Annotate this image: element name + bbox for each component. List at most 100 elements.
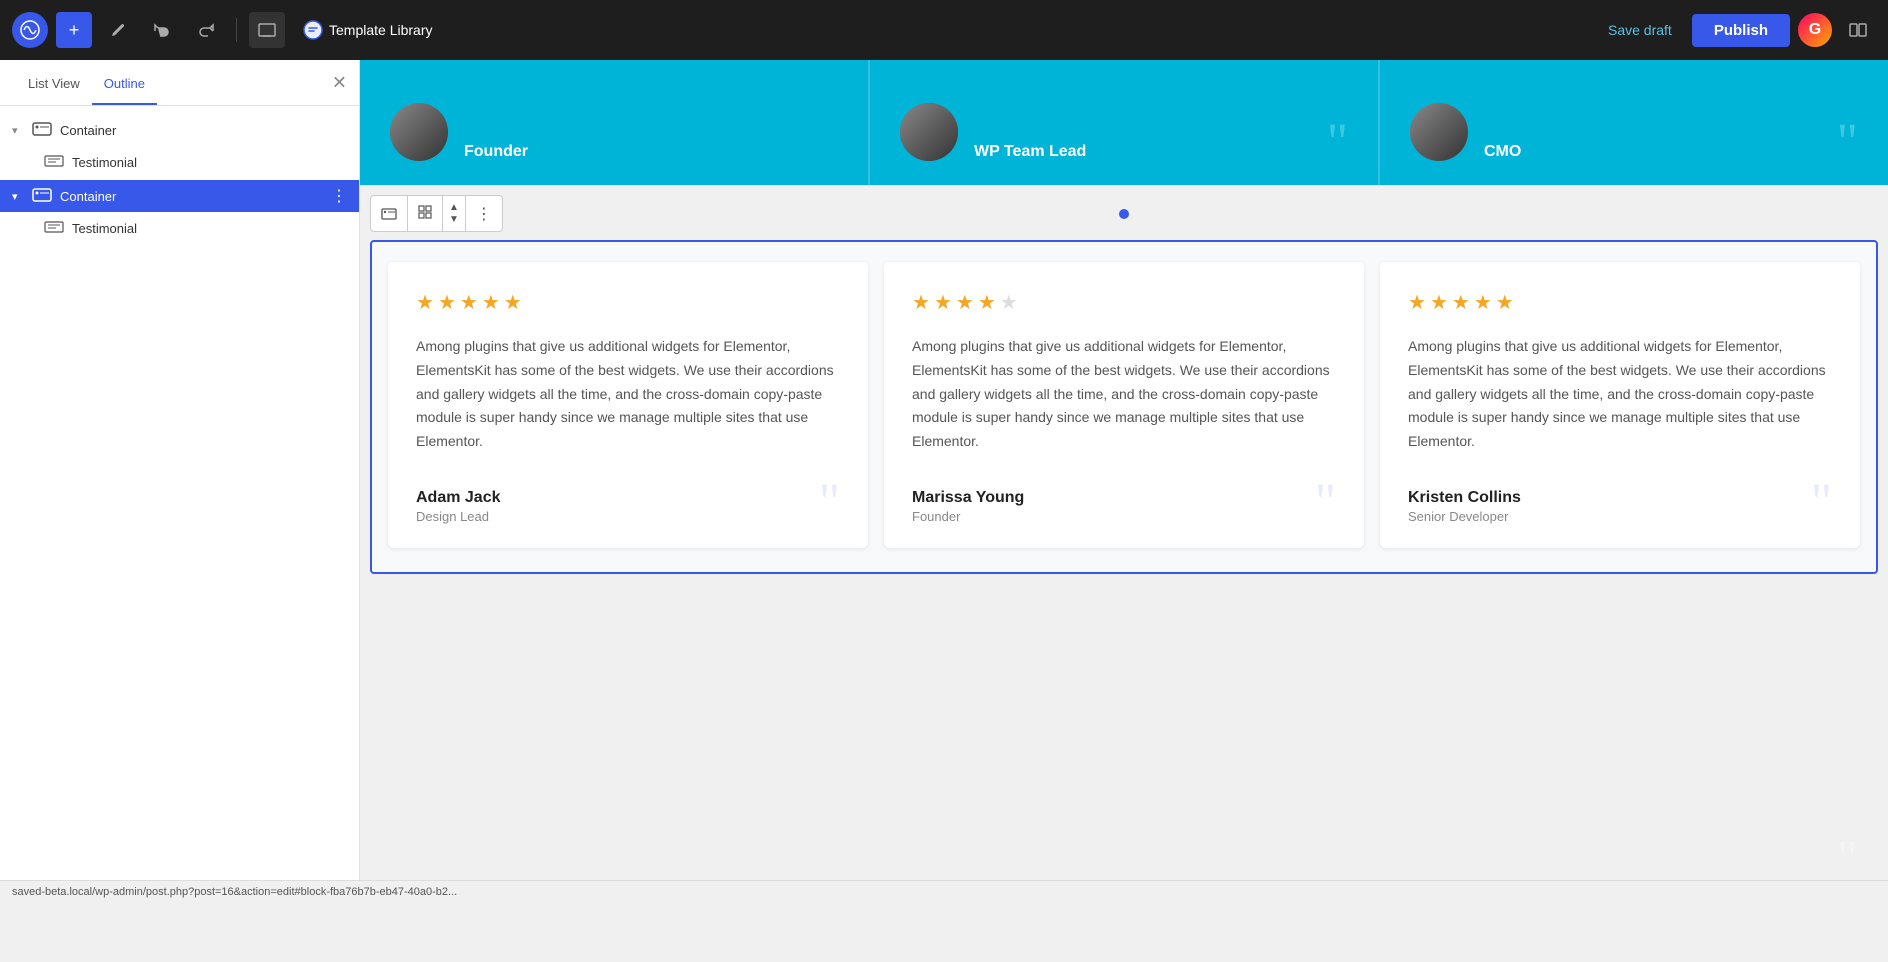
testimonial-text-2: Among plugins that give us additional wi… bbox=[912, 335, 1336, 454]
container-1-label: Container bbox=[60, 123, 327, 138]
carousel-dot-active bbox=[1119, 209, 1129, 219]
tree-testimonial-1[interactable]: Testimonial ⋯ bbox=[0, 146, 359, 178]
stars-row-1: ★ ★ ★ ★ ★ bbox=[416, 290, 840, 315]
widget-select-button[interactable] bbox=[370, 195, 408, 232]
author-name-1: Adam Jack bbox=[416, 489, 501, 507]
tree-toggle-2: ▾ bbox=[12, 190, 28, 203]
testimonial-icon-1 bbox=[44, 155, 64, 170]
testimonials-section[interactable]: ★ ★ ★ ★ ★ Among plugins that give us add… bbox=[370, 240, 1878, 574]
close-sidebar-button[interactable]: ✕ bbox=[332, 72, 347, 93]
canvas-inner: Founder " WP Team Lead " CMO " bbox=[360, 60, 1888, 902]
top-card-wplead: WP Team Lead " bbox=[870, 60, 1380, 185]
top-card-name-wplead: WP Team Lead bbox=[974, 143, 1348, 161]
template-library-button[interactable]: Template Library bbox=[293, 14, 443, 46]
star-3-5: ★ bbox=[1496, 290, 1514, 315]
tab-list-view[interactable]: List View bbox=[16, 60, 92, 105]
quote-icon-1: " bbox=[819, 482, 840, 524]
star-3-4: ★ bbox=[1474, 290, 1492, 315]
star-2-5: ★ bbox=[1000, 290, 1018, 315]
star-2-2: ★ bbox=[934, 290, 952, 315]
statusbar: saved-beta.local/wp-admin/post.php?post=… bbox=[0, 880, 1888, 902]
sidebar: List View Outline ✕ ▾ Container ⋯ bbox=[0, 60, 360, 902]
tree-testimonial-2[interactable]: Testimonial ⋯ bbox=[0, 212, 359, 244]
save-draft-button[interactable]: Save draft bbox=[1596, 16, 1684, 44]
template-library-label: Template Library bbox=[329, 22, 433, 38]
toolbar-widget-group: ▲ ▼ ⋮ bbox=[370, 195, 503, 232]
testimonial-author-1: Adam Jack Design Lead " bbox=[416, 482, 840, 524]
main-layout: List View Outline ✕ ▾ Container ⋯ bbox=[0, 60, 1888, 902]
tree-container-2[interactable]: ▾ Container ⋮ bbox=[0, 180, 359, 212]
stars-row-2: ★ ★ ★ ★ ★ bbox=[912, 290, 1336, 315]
avatar-founder bbox=[390, 103, 448, 161]
container-2-label: Container bbox=[60, 189, 327, 204]
star-2-1: ★ bbox=[912, 290, 930, 315]
star-1-5: ★ bbox=[504, 290, 522, 315]
wp-logo bbox=[12, 12, 48, 48]
author-role-1: Design Lead bbox=[416, 509, 501, 524]
container-icon-1 bbox=[32, 122, 52, 139]
star-2-3: ★ bbox=[956, 290, 974, 315]
top-card-founder: Founder " bbox=[360, 60, 870, 185]
stars-row-3: ★ ★ ★ ★ ★ bbox=[1408, 290, 1832, 315]
statusbar-url: saved-beta.local/wp-admin/post.php?post=… bbox=[12, 886, 457, 898]
tree-toggle-1: ▾ bbox=[12, 124, 28, 137]
canvas-area: Founder " WP Team Lead " CMO " bbox=[360, 60, 1888, 902]
topbar: + Template Library Save draft Publish bbox=[0, 0, 1888, 60]
quote-icon-3: " bbox=[1811, 482, 1832, 524]
testimonial-1-label: Testimonial bbox=[72, 155, 327, 170]
tree-container-1[interactable]: ▾ Container ⋯ bbox=[0, 114, 359, 146]
user-avatar-button[interactable] bbox=[1798, 13, 1832, 47]
publish-button[interactable]: Publish bbox=[1692, 14, 1790, 47]
top-card-info-cmo: CMO bbox=[1484, 143, 1858, 161]
redo-button[interactable] bbox=[188, 12, 224, 48]
testimonial-text-3: Among plugins that give us additional wi… bbox=[1408, 335, 1832, 454]
sidebar-tabs: List View Outline ✕ bbox=[0, 60, 359, 106]
author-name-3: Kristen Collins bbox=[1408, 489, 1521, 507]
top-card-name-cmo: CMO bbox=[1484, 143, 1858, 161]
star-1-4: ★ bbox=[482, 290, 500, 315]
top-cards-row: Founder " WP Team Lead " CMO " bbox=[360, 60, 1888, 185]
star-3-1: ★ bbox=[1408, 290, 1426, 315]
responsive-button[interactable] bbox=[249, 12, 285, 48]
top-card-info-founder: Founder bbox=[464, 143, 838, 161]
testimonials-row: ★ ★ ★ ★ ★ Among plugins that give us add… bbox=[388, 262, 1860, 548]
top-card-name-founder: Founder bbox=[464, 143, 838, 161]
star-1-2: ★ bbox=[438, 290, 456, 315]
top-card-cmo: CMO " bbox=[1380, 60, 1888, 185]
container-2-more-button[interactable]: ⋮ bbox=[331, 186, 347, 206]
top-card-info-wplead: WP Team Lead bbox=[974, 143, 1348, 161]
grid-button[interactable] bbox=[408, 195, 443, 232]
star-1-1: ★ bbox=[416, 290, 434, 315]
testimonial-card-2: ★ ★ ★ ★ ★ Among plugins that give us add… bbox=[884, 262, 1364, 548]
separator-1 bbox=[236, 18, 237, 42]
author-role-3: Senior Developer bbox=[1408, 509, 1521, 524]
tab-outline[interactable]: Outline bbox=[92, 60, 157, 105]
edit-icon-button[interactable] bbox=[100, 12, 136, 48]
toolbar-row: ▲ ▼ ⋮ bbox=[360, 185, 1888, 240]
container-icon-2 bbox=[32, 188, 52, 205]
testimonial-card-1: ★ ★ ★ ★ ★ Among plugins that give us add… bbox=[388, 262, 868, 548]
avatar-cmo bbox=[1410, 103, 1468, 161]
more-options-button[interactable]: ⋮ bbox=[466, 195, 503, 232]
quote-decoration-3: " bbox=[1837, 117, 1858, 169]
star-2-4: ★ bbox=[978, 290, 996, 315]
avatar-wplead bbox=[900, 103, 958, 161]
star-1-3: ★ bbox=[460, 290, 478, 315]
testimonial-card-3: ★ ★ ★ ★ ★ Among plugins that give us add… bbox=[1380, 262, 1860, 548]
panel-toggle-button[interactable] bbox=[1840, 12, 1876, 48]
testimonial-author-3: Kristen Collins Senior Developer " bbox=[1408, 482, 1832, 524]
quote-icon-2: " bbox=[1315, 482, 1336, 524]
move-up-down-button[interactable]: ▲ ▼ bbox=[443, 195, 466, 232]
add-button[interactable]: + bbox=[56, 12, 92, 48]
testimonial-author-2: Marissa Young Founder " bbox=[912, 482, 1336, 524]
quote-decoration-2: " bbox=[1327, 117, 1348, 169]
carousel-dots bbox=[1119, 209, 1129, 219]
author-role-2: Founder bbox=[912, 509, 1024, 524]
testimonial-2-label: Testimonial bbox=[72, 221, 327, 236]
star-3-2: ★ bbox=[1430, 290, 1448, 315]
testimonial-icon-2 bbox=[44, 221, 64, 236]
author-name-2: Marissa Young bbox=[912, 489, 1024, 507]
undo-button[interactable] bbox=[144, 12, 180, 48]
sidebar-tree: ▾ Container ⋯ bbox=[0, 106, 359, 252]
quote-decoration-1: " bbox=[1837, 834, 1858, 886]
